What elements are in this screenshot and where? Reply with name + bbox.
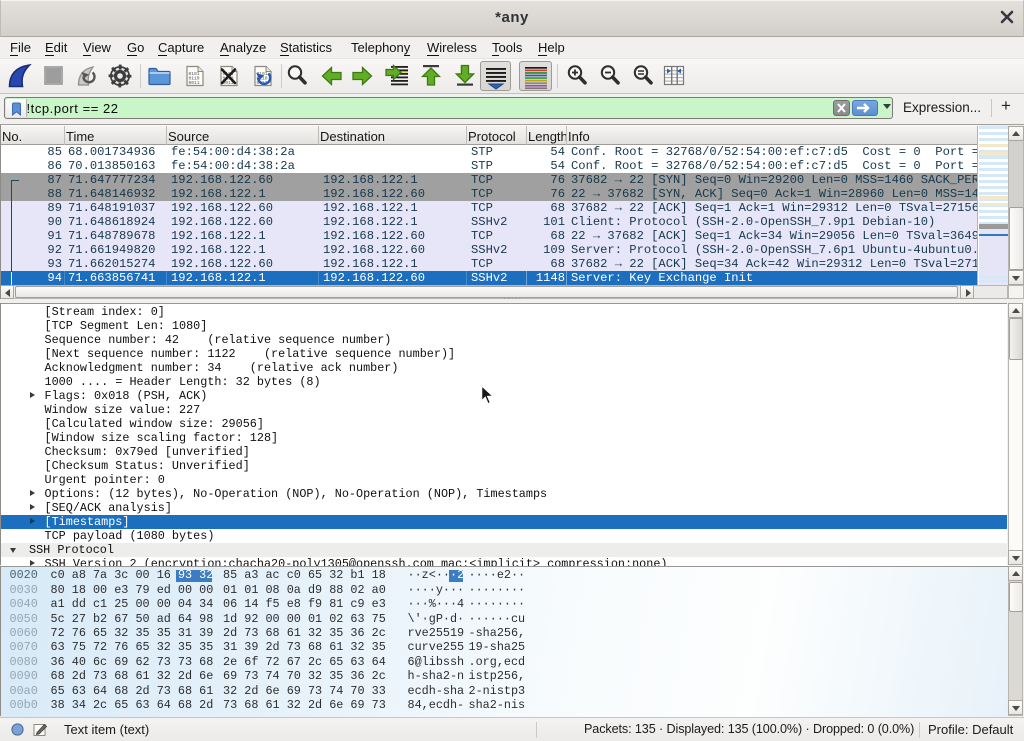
svg-text:0011: 0011 <box>189 80 200 86</box>
